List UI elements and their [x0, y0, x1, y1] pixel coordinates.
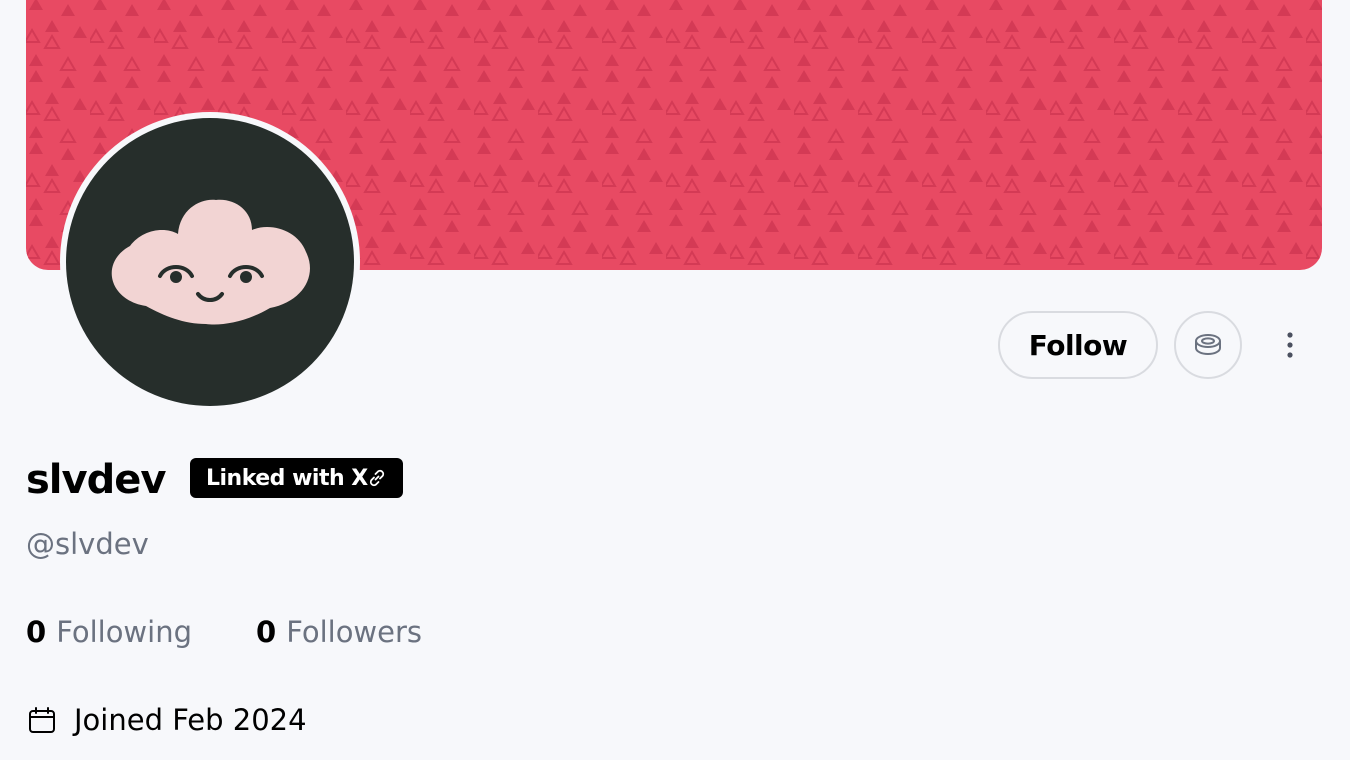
profile-page: Follow slvdev Linked with X @slvdev 0 Fo…	[0, 0, 1350, 760]
display-name: slvdev	[26, 457, 166, 503]
follow-stats: 0 Following 0 Followers	[26, 612, 422, 652]
follow-button[interactable]: Follow	[998, 311, 1158, 379]
following-label: Following	[56, 615, 192, 649]
profile-avatar[interactable]	[60, 112, 360, 412]
linked-with-x-badge[interactable]: Linked with X	[190, 458, 403, 498]
followers-count: 0	[256, 615, 277, 649]
joined-date: Joined Feb 2024	[26, 700, 307, 740]
tip-coin-button[interactable]	[1174, 311, 1242, 379]
linked-badge-label: Linked with X	[206, 465, 368, 491]
joined-label: Joined Feb 2024	[74, 703, 307, 737]
link-icon	[369, 469, 385, 487]
following-count: 0	[26, 615, 47, 649]
followers-label: Followers	[286, 615, 423, 649]
profile-handle: @slvdev	[26, 527, 149, 561]
more-options-button[interactable]	[1272, 325, 1308, 365]
vertical-ellipsis-icon	[1287, 332, 1293, 358]
coin-stack-icon	[1195, 334, 1221, 356]
calendar-icon	[29, 707, 55, 733]
followers-stat[interactable]: 0 Followers	[256, 612, 422, 652]
following-stat[interactable]: 0 Following	[26, 612, 192, 652]
